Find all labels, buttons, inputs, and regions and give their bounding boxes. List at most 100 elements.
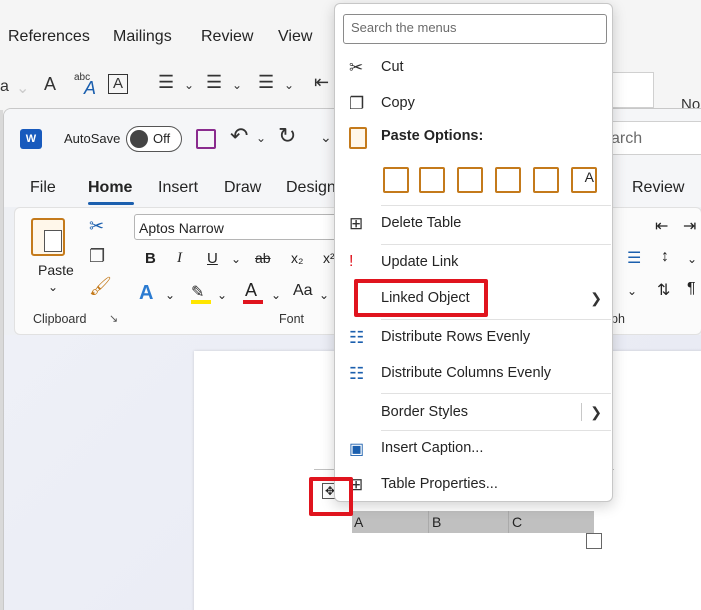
bg-char-border-icon[interactable]: A [108,74,128,94]
bg-chevron-down-icon: ⌄ [16,80,30,97]
paste-picture-icon[interactable] [533,167,559,193]
bold-icon[interactable]: B [145,250,156,267]
tab-home[interactable]: Home [88,179,132,197]
customize-toolbar-icon[interactable]: ⌄ [320,129,332,146]
bg-numbering-icon[interactable]: ☰ [206,72,222,93]
clipboard-group-label: Clipboard [33,312,87,326]
paste-chevron-icon[interactable]: ⌄ [48,280,58,294]
highlight-color-bar [191,300,211,304]
undo-chevron-icon[interactable]: ⌄ [256,131,266,145]
paragraph-group-label: ph [611,312,625,326]
font-name-value: Aptos Narrow [139,220,224,236]
paste-icon[interactable] [31,218,65,256]
menu-item-copy-label: Copy [381,95,415,111]
menu-item-update-link[interactable]: ! Update Link [335,245,612,279]
menu-item-insert-caption[interactable]: ▣ Insert Caption... [335,431,612,465]
paste-text-only-icon[interactable]: A [571,167,597,193]
tab-insert[interactable]: Insert [158,179,198,197]
bg-tab-references[interactable]: References [8,28,90,46]
menu-item-distribute-columns[interactable]: ☷ Distribute Columns Evenly [335,356,612,390]
bg-tab-view[interactable]: View [278,28,312,46]
decrease-indent-icon[interactable]: ⇤ [655,216,668,236]
highlight-box-table-handle [309,477,353,516]
table-cell-c[interactable]: C [512,514,522,530]
menu-item-distribute-rows[interactable]: ☷ Distribute Rows Evenly [335,320,612,354]
show-marks-icon[interactable]: ¶ [687,280,696,298]
tab-review[interactable]: Review [632,179,684,197]
tab-design[interactable]: Design [286,179,336,197]
scissors-icon[interactable]: ✂ [89,216,104,237]
increase-indent-icon[interactable]: ⇥ [683,216,696,236]
scissors-icon: ✂ [349,58,364,77]
paste-keep-source-icon[interactable] [383,167,409,193]
bg-bullets-icon[interactable]: ☰ [158,72,174,93]
copy-icon[interactable]: ❐ [89,246,105,267]
bg-change-case-icon[interactable]: A [84,78,96,99]
text-effects-icon[interactable]: A [139,282,153,305]
paste-link-icon[interactable] [495,167,521,193]
subscript-icon[interactable]: x₂ [291,250,303,266]
autosave-state: Off [153,131,171,146]
font-color-icon[interactable]: A [245,280,257,301]
font-color-chevron-icon[interactable]: ⌄ [271,288,281,302]
menu-item-table-properties[interactable]: ⊞ Table Properties... [335,467,612,501]
change-case-chevron-icon[interactable]: ⌄ [319,288,329,302]
bg-outdent-icon[interactable]: ⇤ [314,72,329,93]
bg-bullets-chevron-icon[interactable]: ⌄ [184,78,194,92]
font-name-box[interactable]: Aptos Narrow [134,214,344,240]
menu-item-delete-table-label: Delete Table [381,215,462,231]
bg-numbering-chevron-icon[interactable]: ⌄ [232,78,242,92]
superscript-icon[interactable]: x² [323,250,335,266]
strikethrough-icon[interactable]: ab [255,250,271,266]
bg-multilevel-chevron-icon[interactable]: ⌄ [284,78,294,92]
table-cell-b[interactable]: B [432,514,441,530]
highlight-chevron-icon[interactable]: ⌄ [217,288,227,302]
menu-search-input[interactable]: Search the menus [343,14,607,44]
line-spacing-chevron-icon[interactable]: ⌄ [687,252,697,266]
paste-label[interactable]: Paste [38,262,74,278]
bg-multilevel-icon[interactable]: ☰ [258,72,274,93]
bg-tab-review[interactable]: Review [201,28,253,46]
text-effects-chevron-icon[interactable]: ⌄ [165,288,175,302]
table-cell-a[interactable]: A [354,514,363,530]
save-icon[interactable] [196,129,216,149]
redo-icon[interactable]: ↻ [278,123,296,149]
shading-chevron-icon[interactable]: ⌄ [627,284,637,298]
table-resize-handle[interactable] [586,533,602,549]
table-header-row[interactable]: A B C [352,511,594,533]
search-box-text: arch [611,130,643,147]
undo-icon[interactable]: ↶ [230,123,248,149]
bg-style-swatch[interactable] [612,72,654,108]
bg-tab-mailings[interactable]: Mailings [113,28,172,46]
underline-chevron-icon[interactable]: ⌄ [231,252,241,266]
autosave-toggle[interactable]: Off [126,126,182,152]
update-link-icon: ! [349,253,354,270]
menu-item-update-link-label: Update Link [381,254,459,270]
font-color-bar [243,300,263,304]
paste-merge-formatting-icon[interactable] [457,167,483,193]
font-group-label: Font [279,312,305,326]
highlight-icon[interactable]: ✎ [191,282,204,302]
menu-item-cut[interactable]: ✂ Cut [335,50,612,84]
tab-draw[interactable]: Draw [224,179,261,197]
sort-icon[interactable]: ⇅ [657,280,670,300]
autosave-label: AutoSave [64,131,121,146]
paste-nested-table-icon[interactable] [419,167,445,193]
distribute-rows-icon: ☷ [349,328,365,347]
menu-item-paste-options-label: Paste Options: [381,128,484,144]
clipboard-launcher-icon[interactable]: ↘ [109,312,118,325]
menu-item-border-styles[interactable]: Border Styles ❯ [335,395,612,429]
bg-clear-format-icon[interactable]: A [44,74,56,95]
format-painter-icon[interactable]: 🖌 [89,276,112,297]
delete-table-icon: ⊞ [349,214,364,233]
menu-item-distribute-columns-label: Distribute Columns Evenly [381,365,552,381]
tab-file[interactable]: File [30,179,56,197]
menu-item-copy[interactable]: ❐ Copy [335,86,612,120]
menu-item-delete-table[interactable]: ⊞ Delete Table [335,206,612,240]
underline-icon[interactable]: U [207,250,218,267]
change-case-icon[interactable]: Aa [293,282,313,300]
line-spacing-icon[interactable]: ↕ [661,248,669,266]
italic-icon[interactable]: I [177,250,182,267]
menu-item-insert-caption-label: Insert Caption... [381,440,484,456]
justify-icon[interactable]: ☰ [627,248,641,268]
